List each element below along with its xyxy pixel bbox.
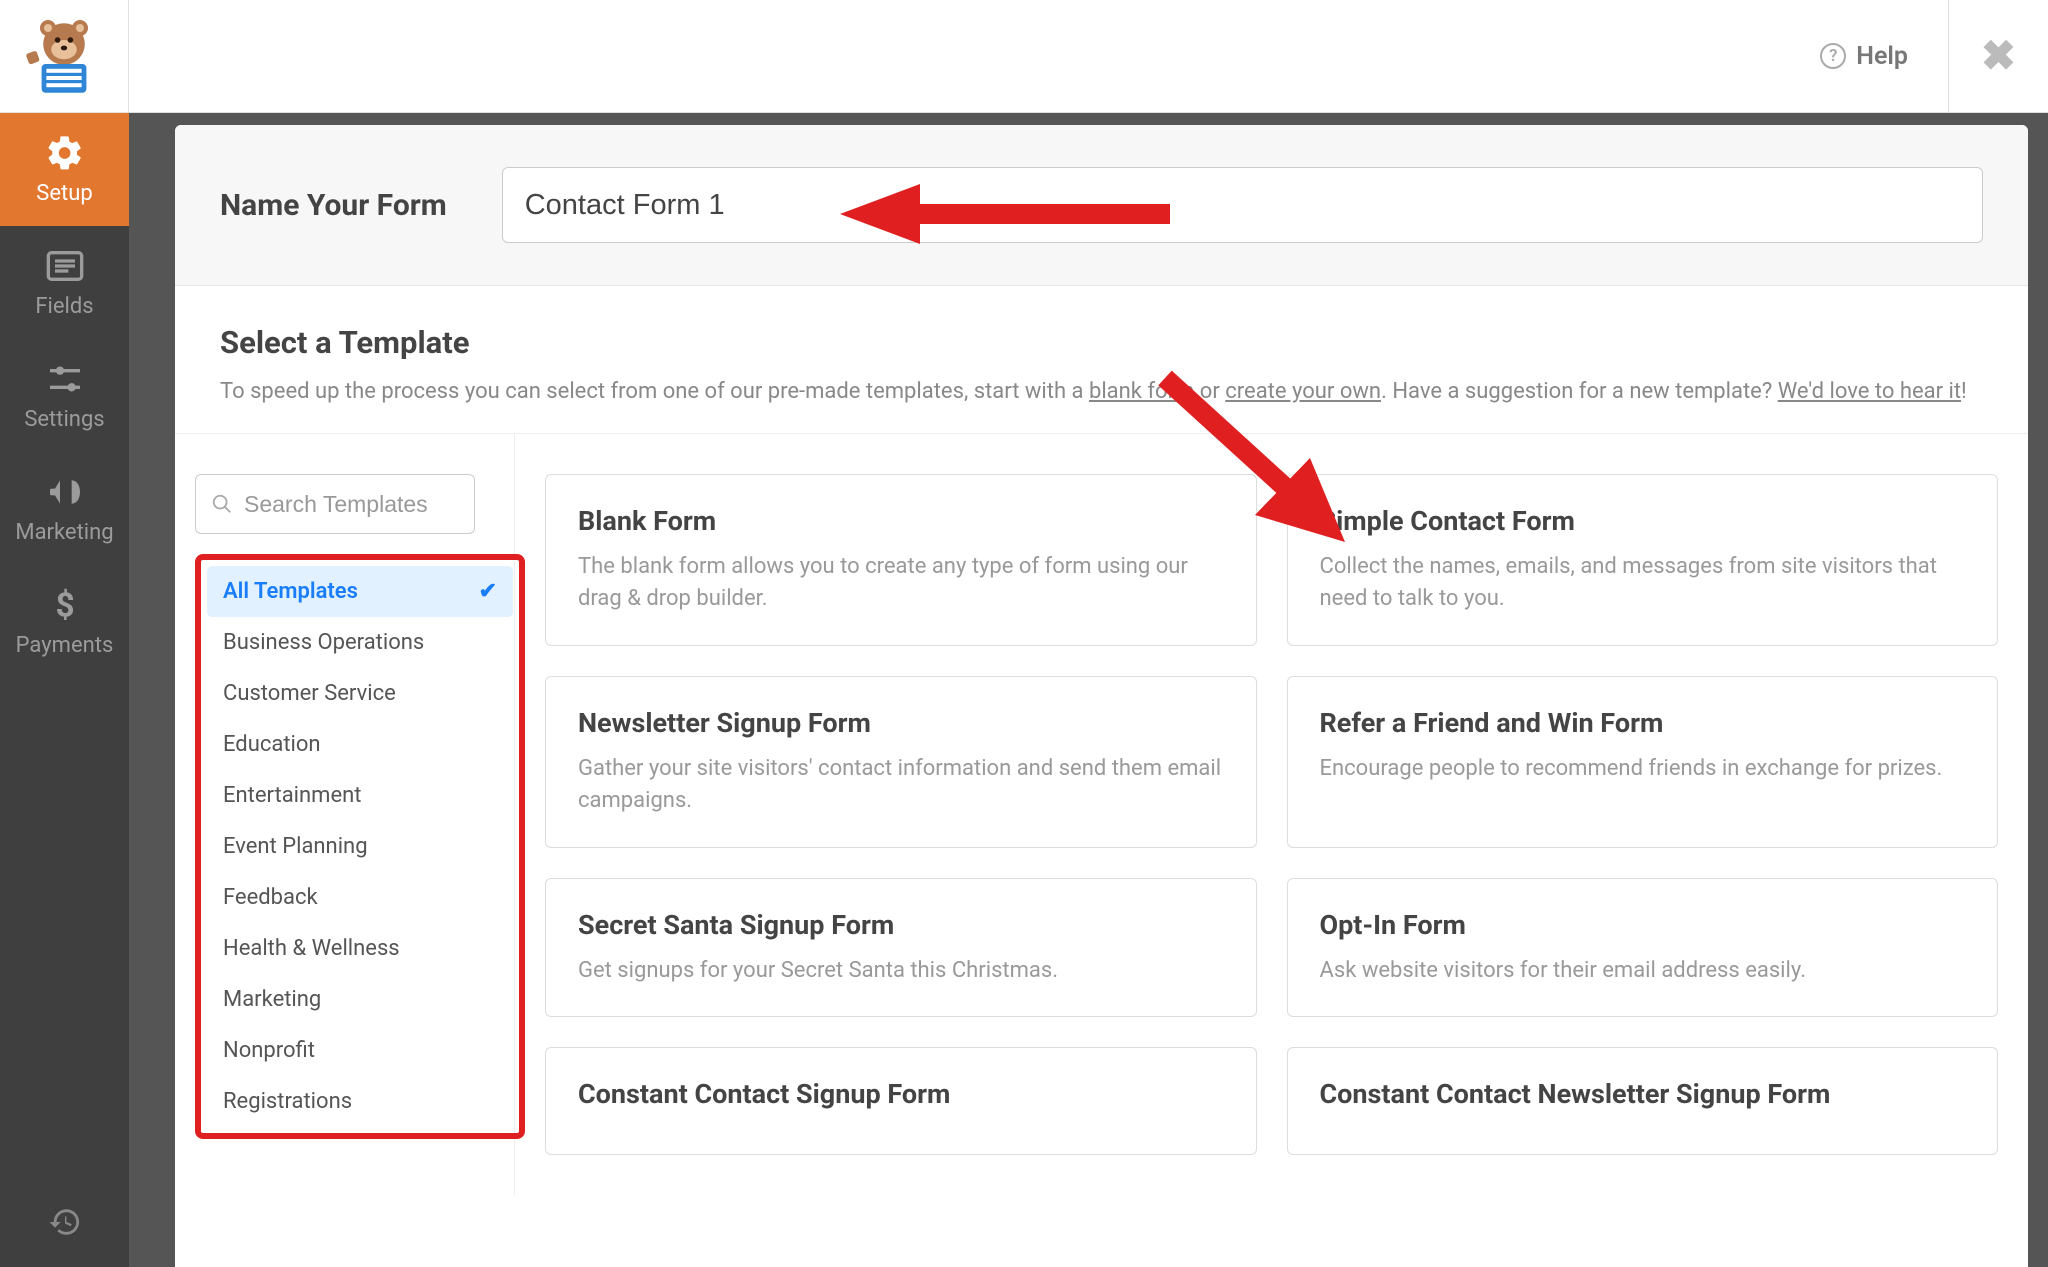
sidebar: Setup Fields Settings Marketing $ Paymen…	[0, 113, 129, 1267]
name-form-label: Name Your Form	[220, 188, 447, 223]
sidebar-item-label: Settings	[24, 407, 104, 432]
help-link[interactable]: ? Help	[1820, 42, 1908, 71]
template-title: Constant Contact Signup Form	[578, 1078, 1224, 1110]
template-card[interactable]: Constant Contact Newsletter Signup Form	[1287, 1047, 1999, 1155]
sidebar-item-label: Setup	[36, 181, 92, 206]
template-desc: To speed up the process you can select f…	[220, 375, 1983, 408]
category-label: Entertainment	[223, 783, 361, 808]
sidebar-history[interactable]	[0, 1177, 129, 1267]
desc-text: !	[1961, 379, 1967, 404]
top-header: ? Help ✖	[0, 0, 2048, 113]
category-item[interactable]: All Templates ✔	[207, 566, 513, 617]
category-label: Education	[223, 732, 321, 757]
bullhorn-icon	[45, 472, 85, 512]
name-form-bar: Name Your Form	[175, 125, 2028, 286]
template-desc: Gather your site visitors' contact infor…	[578, 753, 1224, 817]
wpforms-logo-icon	[24, 16, 104, 96]
sliders-icon	[45, 359, 85, 399]
history-icon	[48, 1205, 82, 1239]
template-title: Newsletter Signup Form	[578, 707, 1224, 739]
template-title: Secret Santa Signup Form	[578, 909, 1224, 941]
close-cell: ✖	[1948, 0, 2048, 113]
dollar-icon: $	[45, 585, 85, 625]
desc-text: . Have a suggestion for a new template?	[1381, 379, 1778, 404]
category-item[interactable]: Marketing	[207, 974, 513, 1025]
sidebar-item-marketing[interactable]: Marketing	[0, 452, 129, 565]
desc-text: To speed up the process you can select f…	[220, 379, 1089, 404]
sidebar-item-setup[interactable]: Setup	[0, 113, 129, 226]
desc-text: or	[1194, 379, 1225, 404]
template-card[interactable]: Blank Form The blank form allows you to c…	[545, 474, 1257, 646]
category-item[interactable]: Entertainment	[207, 770, 513, 821]
template-card[interactable]: Simple Contact Form Collect the names, em…	[1287, 474, 1999, 646]
category-highlight-box: All Templates ✔ Business Operations Custome…	[195, 554, 525, 1139]
category-column: All Templates ✔ Business Operations Custome…	[175, 434, 515, 1195]
template-body: All Templates ✔ Business Operations Custome…	[175, 434, 2028, 1195]
template-desc: Encourage people to recommend friends in…	[1320, 753, 1966, 785]
search-input[interactable]	[195, 474, 475, 534]
search-wrap	[195, 474, 494, 534]
category-label: All Templates	[223, 579, 358, 604]
template-card[interactable]: Refer a Friend and Win Form Encourage peo…	[1287, 676, 1999, 848]
template-desc: The blank form allows you to create any …	[578, 551, 1224, 615]
template-card[interactable]: Opt-In Form Ask website visitors for thei…	[1287, 878, 1999, 1018]
logo-cell	[0, 0, 129, 113]
category-item[interactable]: Feedback	[207, 872, 513, 923]
search-icon	[211, 493, 233, 515]
template-title: Blank Form	[578, 505, 1224, 537]
sidebar-item-label: Marketing	[15, 520, 113, 545]
category-label: Marketing	[223, 987, 321, 1012]
blank-form-link[interactable]: blank form	[1089, 379, 1194, 404]
category-label: Health & Wellness	[223, 936, 400, 961]
sidebar-item-settings[interactable]: Settings	[0, 339, 129, 452]
sidebar-item-label: Fields	[35, 294, 93, 319]
category-label: Business Operations	[223, 630, 424, 655]
template-desc: Get signups for your Secret Santa this C…	[578, 955, 1224, 987]
category-label: Customer Service	[223, 681, 396, 706]
template-card[interactable]: Constant Contact Signup Form	[545, 1047, 1257, 1155]
template-header: Select a Template To speed up the proces…	[175, 286, 2028, 434]
category-item[interactable]: Education	[207, 719, 513, 770]
svg-text:$: $	[55, 587, 74, 625]
category-item[interactable]: Registrations	[207, 1076, 513, 1127]
template-card[interactable]: Newsletter Signup Form Gather your site v…	[545, 676, 1257, 848]
category-item[interactable]: Customer Service	[207, 668, 513, 719]
category-item[interactable]: Event Planning	[207, 821, 513, 872]
check-icon: ✔	[479, 579, 497, 604]
template-title: Simple Contact Form	[1320, 505, 1966, 537]
close-icon[interactable]: ✖	[1981, 31, 2016, 81]
template-heading: Select a Template	[220, 324, 1983, 361]
template-desc: Ask website visitors for their email add…	[1320, 955, 1966, 987]
form-name-input[interactable]	[502, 167, 1983, 243]
template-column: Blank Form The blank form allows you to c…	[515, 434, 2028, 1195]
category-item[interactable]: Nonprofit	[207, 1025, 513, 1076]
category-item[interactable]: Business Operations	[207, 617, 513, 668]
gear-icon	[45, 133, 85, 173]
suggestion-link[interactable]: We'd love to hear it	[1778, 379, 1961, 404]
template-desc: Collect the names, emails, and messages …	[1320, 551, 1966, 615]
help-icon: ?	[1820, 43, 1846, 69]
sidebar-item-label: Payments	[16, 633, 114, 658]
category-label: Event Planning	[223, 834, 368, 859]
create-own-link[interactable]: create your own	[1225, 379, 1381, 404]
list-icon	[45, 246, 85, 286]
category-item[interactable]: Health & Wellness	[207, 923, 513, 974]
template-card[interactable]: Secret Santa Signup Form Get signups for …	[545, 878, 1257, 1018]
template-title: Constant Contact Newsletter Signup Form	[1320, 1078, 1966, 1110]
template-title: Refer a Friend and Win Form	[1320, 707, 1966, 739]
main-panel: Name Your Form Select a Template To spee…	[175, 125, 2028, 1267]
template-title: Opt-In Form	[1320, 909, 1966, 941]
help-label: Help	[1856, 42, 1908, 71]
sidebar-item-payments[interactable]: $ Payments	[0, 565, 129, 678]
category-label: Feedback	[223, 885, 318, 910]
sidebar-item-fields[interactable]: Fields	[0, 226, 129, 339]
category-label: Nonprofit	[223, 1038, 315, 1063]
category-label: Registrations	[223, 1089, 352, 1114]
